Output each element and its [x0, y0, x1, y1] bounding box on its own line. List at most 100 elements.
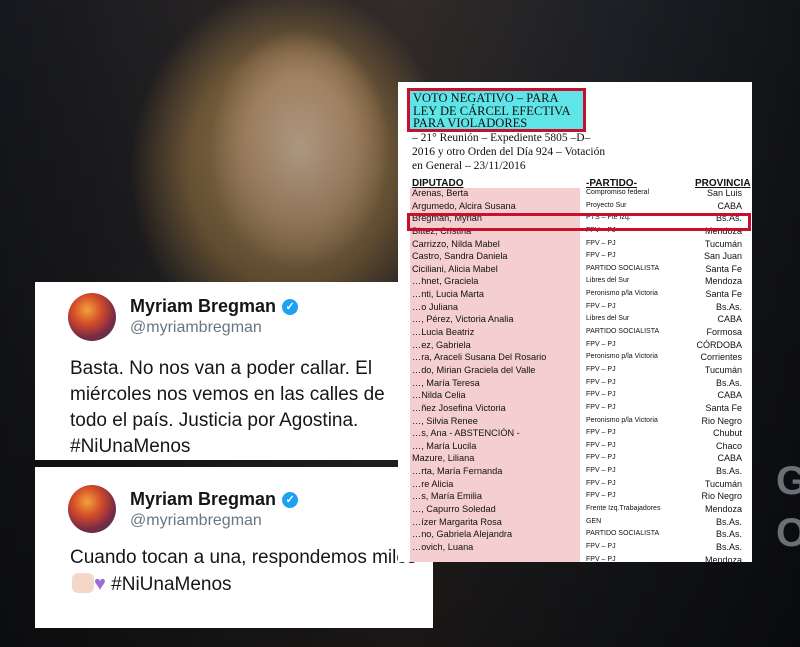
cell-diputado: …o Juliana	[412, 301, 458, 312]
cell-provincia: Mendoza	[704, 276, 742, 287]
cell-provincia: Bs.As.	[715, 466, 742, 477]
table-row: …, Capurro Soledad Frente Izq.Trabajadore…	[398, 504, 752, 517]
cell-partido: Frente Izq.Trabajadores	[586, 505, 661, 513]
purple-heart-icon: ♥	[94, 573, 106, 595]
cell-diputado: …ñez Josefina Victoria	[412, 402, 506, 413]
deputies-table: Arenas, Berta Compromiso federal San Luis A…	[398, 188, 752, 562]
cell-partido: FPV – PJ	[586, 365, 616, 373]
table-row: …hnet, Graciela Libres del Sur Mendoza	[398, 276, 752, 289]
cell-diputado: …re Alicia	[412, 478, 454, 489]
cell-partido: FPV – PJ	[586, 391, 616, 399]
table-row: Arenas, Berta Compromiso federal San Luis	[398, 188, 752, 201]
cell-partido: Libres del Sur	[586, 277, 630, 285]
cell-partido: FPV – PJ	[586, 454, 616, 462]
tweet-text-main: Cuando tocan a una, respondemos miles	[70, 547, 417, 568]
cell-partido: Libres del Sur	[586, 315, 630, 323]
cell-diputado: …, Capurro Soledad	[412, 504, 496, 515]
cell-diputado: Mazure, Liliana	[412, 453, 475, 464]
table-row: …, María Teresa FPV – PJ Bs.As.	[398, 378, 752, 391]
cell-provincia: Bs.As.	[715, 377, 742, 388]
tweet-author-handle: @myriambregman	[130, 319, 262, 336]
cell-provincia: Santa Fe	[705, 263, 742, 274]
author-name-text: Myriam Bregman	[130, 489, 277, 509]
table-row: …Nilda Celia FPV – PJ CABA	[398, 390, 752, 403]
cell-partido: FPV – PJ	[586, 340, 616, 348]
cell-provincia: San Juan	[703, 251, 742, 262]
cell-provincia: Bs.As.	[715, 541, 742, 552]
document-subtitle: – 21° Reunión – Expediente 5805 –D– 2016…	[412, 132, 606, 172]
cell-diputado: …, Pérez, Victoria Analia	[412, 314, 514, 325]
avatar	[68, 293, 116, 341]
avatar	[68, 485, 116, 533]
cell-diputado: …nti, Lucia Marta	[412, 289, 484, 300]
cell-provincia: CABA	[717, 390, 742, 401]
table-row: …o Juliana FPV – PJ Bs.As.	[398, 302, 752, 315]
cell-provincia: Formosa	[706, 327, 742, 338]
cell-provincia: CABA	[717, 453, 742, 464]
tweet-author-name: Myriam Bregman ✓	[130, 296, 299, 317]
author-name-text: Myriam Bregman	[130, 296, 277, 316]
cell-diputado: …, María Lucila	[412, 440, 477, 451]
cell-provincia: Rio Negro	[701, 415, 742, 426]
cell-partido: FPV – PJ	[586, 479, 616, 487]
cell-partido: Peronismo p/la Victoria	[586, 353, 658, 361]
cell-diputado: …ovich, Luana	[412, 541, 474, 552]
table-row: …rta, María Fernanda FPV – PJ Bs.As.	[398, 466, 752, 479]
tweet-text: Cuando tocan a una, respondemos miles ♥ …	[70, 545, 420, 598]
cell-provincia: Santa Fe	[705, 402, 742, 413]
table-row: Carrizzo, Nilda Mabel FPV – PJ Tucumán	[398, 239, 752, 252]
table-row: …ízer Margarita Rosa GEN Bs.As.	[398, 517, 752, 530]
table-row: …ra, Araceli Susana Del Rosario Peronismo…	[398, 352, 752, 365]
table-row: … FPV – PJ Mendoza	[398, 555, 752, 562]
cell-provincia: Chubut	[712, 428, 742, 439]
background-letter: O	[776, 511, 800, 555]
cell-partido: Peronismo p/la Victoria	[586, 416, 658, 424]
table-row: Mazure, Liliana FPV – PJ CABA	[398, 453, 752, 466]
table-row: …s, María Emilia FPV – PJ Rio Negro	[398, 491, 752, 504]
cell-provincia: Mendoza	[704, 504, 742, 515]
cell-partido: PARTIDO SOCIALISTA	[586, 328, 660, 336]
cell-diputado: …rta, María Fernanda	[412, 466, 503, 477]
cell-provincia: Chaco	[715, 440, 742, 451]
cell-diputado: …ízer Margarita Rosa	[412, 516, 502, 527]
cell-partido: Proyecto Sur	[586, 201, 627, 209]
cell-partido: FPV – PJ	[586, 378, 616, 386]
cell-provincia: Bs.As.	[715, 529, 742, 540]
cell-provincia: Tucumán	[704, 238, 742, 249]
cell-diputado: …, Silvia Renee	[412, 415, 478, 426]
cell-partido: FPV – PJ	[586, 252, 616, 260]
cell-partido: PARTIDO SOCIALISTA	[586, 530, 660, 538]
vote-document: VOTO NEGATIVO – PARA LEY DE CÁRCEL EFECT…	[398, 82, 752, 562]
document-title: VOTO NEGATIVO – PARA LEY DE CÁRCEL EFECT…	[407, 88, 586, 132]
cell-partido: FPV – PJ	[586, 403, 616, 411]
verified-check-icon: ✓	[282, 492, 299, 508]
cell-diputado: …do, Mirian Graciela del Valle	[412, 364, 536, 375]
background-letters: G O	[776, 455, 800, 559]
table-row: …ñez Josefina Victoria FPV – PJ Santa Fe	[398, 403, 752, 416]
cell-provincia: Mendoza	[704, 554, 742, 562]
cell-provincia: CABA	[717, 314, 742, 325]
cell-partido: FPV – PJ	[586, 542, 616, 550]
cell-diputado: …hnet, Graciela	[412, 276, 479, 287]
cell-diputado: …s, Ana - ABSTENCIÓN -	[412, 428, 520, 439]
table-row: Argumedo, Alcira Susana Proyecto Sur CABA	[398, 201, 752, 214]
table-row: …re Alicia FPV – PJ Tucumán	[398, 479, 752, 492]
cell-partido: FPV – PJ	[586, 302, 616, 310]
table-row: …ez, Gabriela FPV – PJ CÓRDOBA	[398, 340, 752, 353]
cell-provincia: Bs.As.	[715, 516, 742, 527]
table-row: …no, Gabriela Alejandra PARTIDO SOCIALIST…	[398, 529, 752, 542]
cell-provincia: CABA	[717, 200, 742, 211]
tweet-card: Myriam Bregman ✓ @myriambregman Basta. No…	[35, 282, 400, 460]
tweet-author-name: Myriam Bregman ✓	[130, 489, 299, 510]
cell-partido: FPV – PJ	[586, 429, 616, 437]
table-row: Ciciliani, Alicia Mabel PARTIDO SOCIALIST…	[398, 264, 752, 277]
tweet-text: Basta. No nos van a poder callar. El mié…	[70, 358, 385, 457]
tweet-author-handle: @myriambregman	[130, 512, 262, 529]
cell-diputado: …ra, Araceli Susana Del Rosario	[412, 352, 547, 363]
cell-provincia: Rio Negro	[701, 491, 742, 502]
table-row: …ovich, Luana FPV – PJ Bs.As.	[398, 542, 752, 555]
cell-provincia: Bs.As.	[715, 301, 742, 312]
cell-partido: FPV – PJ	[586, 441, 616, 449]
cell-diputado: Argumedo, Alcira Susana	[412, 200, 516, 211]
table-row: Castro, Sandra Daniela FPV – PJ San Juan	[398, 251, 752, 264]
